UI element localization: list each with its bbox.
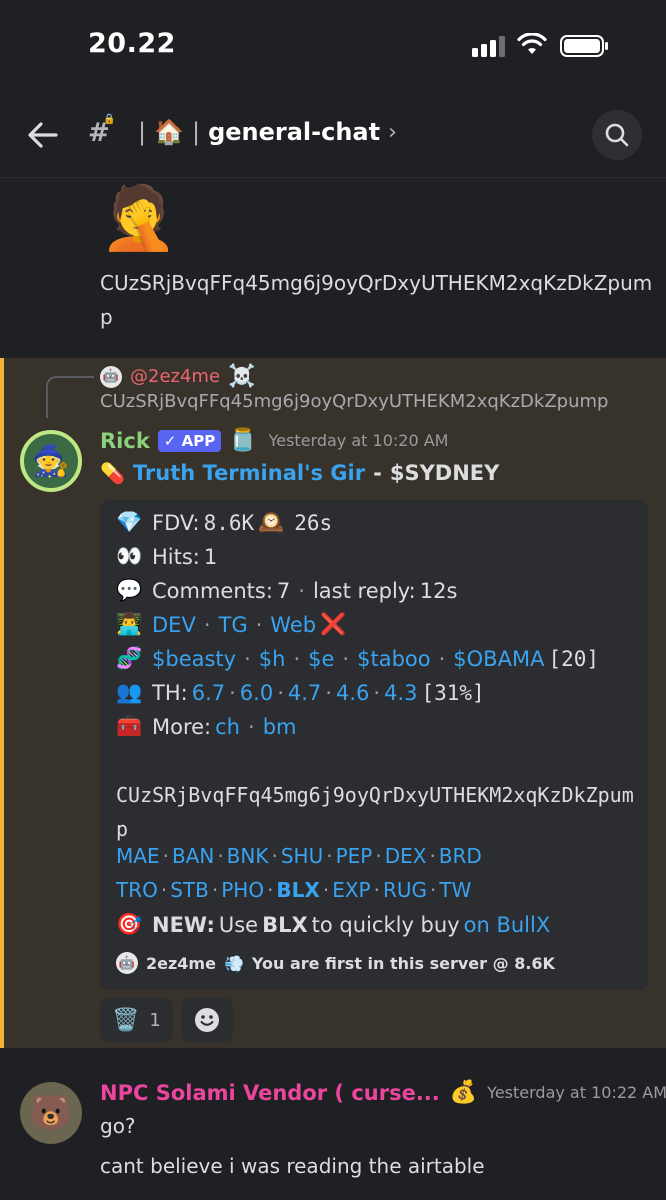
wifi-icon: [517, 33, 547, 54]
hits-line: 👀 Hits: 1: [116, 544, 218, 569]
reply-connector: [46, 376, 94, 418]
search-button[interactable]: [592, 110, 642, 160]
message-text: go?: [100, 1114, 136, 1138]
reactions: 🗑️ 1: [100, 998, 233, 1042]
new-feature-line: 🎯 NEW: Use BLX to quickly buy on BullX: [116, 912, 551, 937]
related-line: 🧬 $beasty · $h · $e · $taboo · $OBAMA [2…: [116, 646, 600, 671]
house-icon: 🏠: [154, 118, 184, 146]
token-embed: 💎 FDV: 8.6K 🕰️ 26s 👀 Hits: 1 💬 Comments:…: [100, 500, 648, 990]
target-icon: 🎯: [116, 912, 143, 936]
comments-line: 💬 Comments: 7 · last reply: 12s: [116, 578, 458, 603]
token-ticker: $SYDNEY: [389, 461, 500, 485]
channel-hash-icon: # 🔒: [88, 114, 116, 148]
toolbox-icon: 🧰: [116, 714, 143, 738]
related-link[interactable]: $taboo: [357, 647, 431, 671]
contract-address[interactable]: CUzSRjBvqFFq45mg6j9oyQrDxyUTHEKM2xqKzDkZ…: [116, 778, 636, 846]
reply-username[interactable]: @2ez4me: [130, 366, 220, 387]
related-count: [20]: [548, 646, 600, 671]
token-link[interactable]: Truth Terminal's Gir: [133, 461, 365, 485]
fdv-value: 8.6K: [203, 510, 255, 535]
reaction-trash[interactable]: 🗑️ 1: [100, 998, 173, 1042]
channel-name: general-chat: [208, 118, 381, 146]
bm-link[interactable]: bm: [263, 715, 297, 739]
pill-icon: 💊: [100, 461, 125, 485]
cell-signal-icon: [472, 36, 505, 57]
dev-links-line: 👨‍💻 DEV · TG · Web ❌: [116, 612, 352, 637]
channel-title[interactable]: | 🏠 | general-chat ›: [138, 118, 397, 146]
related-link[interactable]: $beasty: [152, 647, 236, 671]
add-reaction-icon: [194, 1008, 219, 1032]
money-bag-icon: 💰: [449, 1080, 478, 1105]
web-link[interactable]: Web: [270, 613, 316, 637]
app-badge: ✓ APP: [157, 429, 222, 452]
battery-icon: [560, 35, 608, 57]
jar-icon: 🫙: [229, 428, 257, 453]
people-icon: 👥: [116, 680, 143, 704]
tags-row-1: MAE · BAN · BNK · SHU · PEP · DEX · BRD: [116, 844, 482, 868]
dash-icon: 💨: [223, 953, 244, 973]
top-holders-line: 👥 TH: 6.7 · 6.0 · 4.7 · 4.6 · 4.3 [31%]: [116, 680, 485, 705]
back-arrow-icon[interactable]: [26, 118, 60, 152]
avatar[interactable]: 🐻: [20, 1082, 82, 1144]
previous-message[interactable]: 🤦 CUzSRjBvqFFq45mg6j9oyQrDxyUTHEKM2xqKzD…: [0, 178, 666, 358]
reply-avatar: 🤖: [100, 365, 122, 388]
age-value: 26s: [294, 510, 333, 535]
status-bar: 20.22: [0, 0, 666, 96]
related-link[interactable]: $OBAMA: [453, 647, 544, 671]
dev-link[interactable]: DEV: [152, 613, 196, 637]
reply-reference[interactable]: 🤖 @2ez4me ☠️: [100, 364, 255, 389]
status-time: 20.22: [88, 28, 176, 59]
related-link[interactable]: $e: [308, 647, 334, 671]
message-header: NPC Solami Vendor ( curse... 💰 Yesterday…: [100, 1080, 666, 1105]
ch-link[interactable]: ch: [215, 715, 240, 739]
more-line: 🧰 More: ch · bm: [116, 714, 297, 739]
embed-footer: 🤖 2ez4me 💨 You are first in this server …: [116, 952, 555, 974]
developer-icon: 👨‍💻: [116, 612, 143, 636]
footer-avatar: 🤖: [116, 952, 138, 974]
eyes-icon: 👀: [116, 544, 143, 568]
next-message[interactable]: 🐻 NPC Solami Vendor ( curse... 💰 Yesterd…: [0, 1048, 666, 1200]
bullx-link[interactable]: on BullX: [464, 913, 551, 937]
timestamp: Yesterday at 10:22 AM: [487, 1083, 666, 1102]
reaction-count: 1: [149, 1009, 161, 1031]
footer-text: You are first in this server @ 8.6K: [251, 953, 555, 973]
message-text: CUzSRjBvqFFq45mg6j9oyQrDxyUTHEKM2xqKzDkZ…: [100, 271, 653, 329]
trash-icon: 🗑️: [112, 1007, 140, 1033]
chevron-right-icon: ›: [388, 119, 397, 145]
fdv-line: 💎 FDV: 8.6K 🕰️ 26s: [116, 510, 333, 535]
message-header: Rick ✓ APP 🫙 Yesterday at 10:20 AM: [100, 428, 448, 453]
clock-icon: 🕰️: [258, 510, 285, 534]
search-icon: [605, 123, 629, 147]
skull-icon: ☠️: [228, 364, 256, 389]
author-name[interactable]: NPC Solami Vendor ( curse...: [100, 1081, 440, 1105]
message-text: cant believe i was reading the airtable: [100, 1154, 485, 1178]
author-name[interactable]: Rick: [100, 429, 150, 453]
related-link[interactable]: $h: [259, 647, 286, 671]
th-percent: [31%]: [421, 680, 485, 705]
footer-user: 2ez4me: [146, 953, 216, 973]
avatar[interactable]: 🧙: [20, 430, 82, 492]
tags-row-2: TRO · STB · PHO · BLX · EXP · RUG · TW: [116, 878, 472, 902]
add-reaction-button[interactable]: [180, 998, 233, 1042]
dna-icon: 🧬: [116, 646, 143, 670]
x-crossed-icon: ❌: [320, 612, 347, 636]
token-title: 💊 Truth Terminal's Gir - $SYDNEY: [100, 461, 500, 485]
facepalm-emoji: 🤦: [100, 181, 178, 254]
timestamp: Yesterday at 10:20 AM: [268, 431, 449, 450]
diamond-icon: 💎: [116, 510, 143, 534]
tg-link[interactable]: TG: [219, 613, 248, 637]
channel-header: # 🔒 | 🏠 | general-chat ›: [0, 96, 666, 178]
speech-bubble-icon: 💬: [116, 578, 143, 602]
reply-text[interactable]: CUzSRjBvqFFq45mg6j9oyQrDxyUTHEKM2xqKzDkZ…: [100, 391, 608, 412]
